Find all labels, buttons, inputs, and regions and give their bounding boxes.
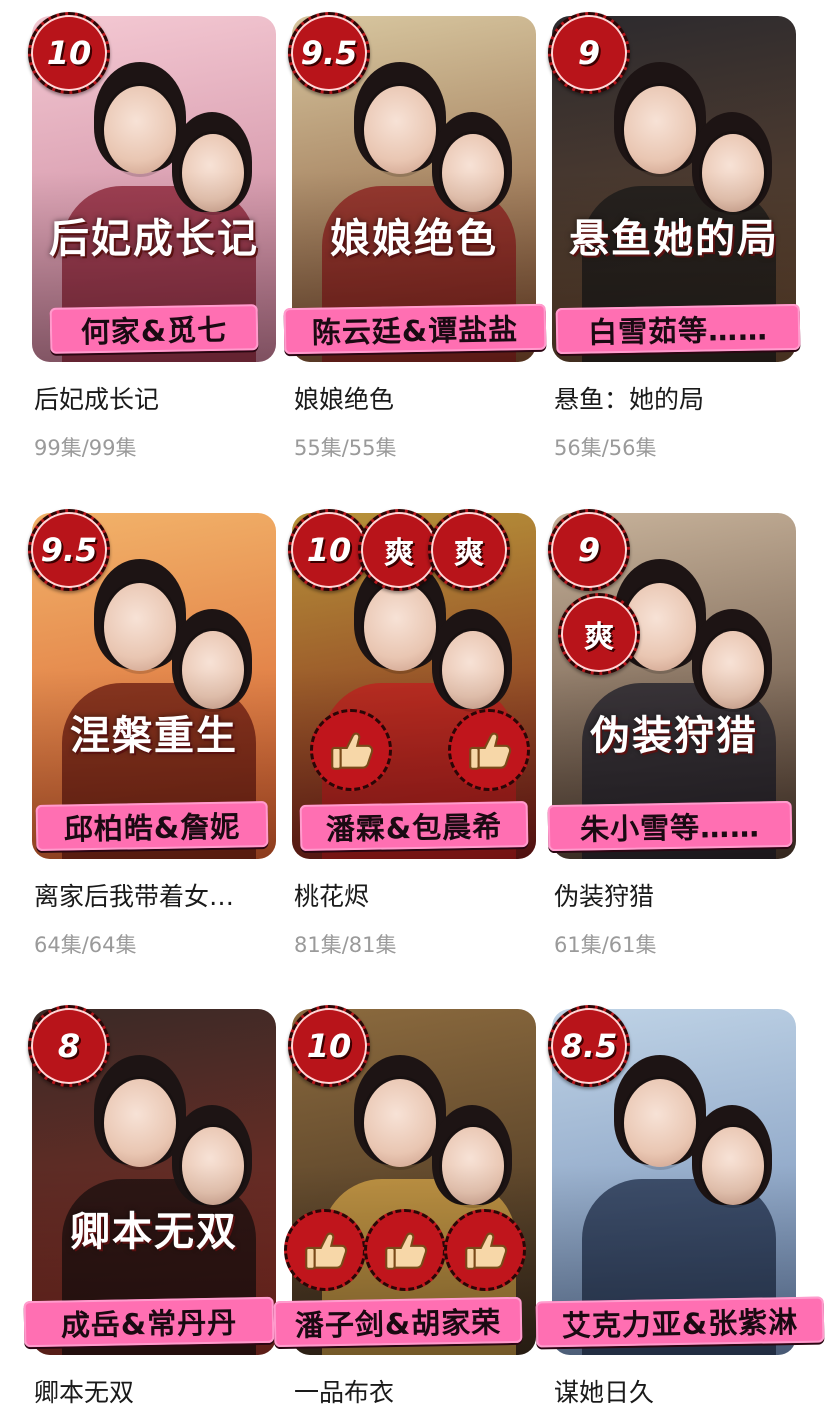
rating-badge: 9 xyxy=(548,509,630,591)
thumbs-up-icon xyxy=(444,1209,526,1291)
cast-label: 潘子剑&胡家荣 xyxy=(273,1296,523,1348)
drama-title[interactable]: 一品布衣 xyxy=(294,1373,534,1409)
episode-count: 61集/61集 xyxy=(554,933,657,957)
episode-count: 56集/56集 xyxy=(554,436,657,460)
rating-badge: 8 xyxy=(28,1005,110,1087)
cast-label: 白雪茹等…… xyxy=(555,303,801,355)
drama-title[interactable]: 娘娘绝色 xyxy=(294,380,534,416)
thumbs-up-icon xyxy=(284,1209,366,1291)
drama-title[interactable]: 桃花烬 xyxy=(294,877,534,913)
rating-badge: 10 xyxy=(28,12,110,94)
poster-title: 卿本无双 xyxy=(70,1208,238,1255)
thumbs-up-icon xyxy=(448,709,530,791)
cast-label: 成岳&常丹丹 xyxy=(23,1296,275,1348)
episode-count: 99集/99集 xyxy=(34,436,137,460)
cast-label: 陈云廷&谭盐盐 xyxy=(283,303,547,355)
drama-title[interactable]: 谋她日久 xyxy=(554,1373,794,1409)
cast-label: 邱柏皓&詹妮 xyxy=(35,800,269,852)
drama-title[interactable]: 离家后我带着女… xyxy=(34,877,274,913)
rating-badge: 10 xyxy=(288,1005,370,1087)
drama-title[interactable]: 悬鱼：她的局 xyxy=(554,380,794,416)
shuang-badge: 爽 xyxy=(558,593,640,675)
poster-title: 伪装狩猎 xyxy=(590,712,758,759)
cast-label: 艾克力亚&张紫淋 xyxy=(535,1296,825,1348)
cast-label: 何家&觅七 xyxy=(49,304,259,354)
episode-count: 64集/64集 xyxy=(34,933,137,957)
rating-badge: 9.5 xyxy=(288,12,370,94)
cast-label: 朱小雪等…… xyxy=(547,800,793,852)
poster-title: 娘娘绝色 xyxy=(330,215,498,262)
poster-title: 涅槃重生 xyxy=(70,712,238,759)
cast-label: 潘霖&包晨希 xyxy=(299,801,529,851)
rating-badge: 9 xyxy=(548,12,630,94)
episode-count: 81集/81集 xyxy=(294,933,397,957)
drama-title[interactable]: 伪装狩猎 xyxy=(554,877,794,913)
drama-title[interactable]: 后妃成长记 xyxy=(34,380,274,416)
rating-badge: 9.5 xyxy=(28,509,110,591)
drama-grid: 后妃成长记 10 何家&觅七 后妃成长记 99集/99集 娘娘绝色 9.5 陈云廷&谭盐盐 娘娘… xyxy=(0,0,828,1421)
thumbs-up-icon xyxy=(364,1209,446,1291)
shuang-badge: 爽 xyxy=(428,509,510,591)
thumbs-up-icon xyxy=(310,709,392,791)
drama-title[interactable]: 卿本无双 xyxy=(34,1373,274,1409)
poster-title: 悬鱼她的局 xyxy=(569,215,779,262)
poster-title: 后妃成长记 xyxy=(49,215,259,262)
episode-count: 55集/55集 xyxy=(294,436,397,460)
rating-badge: 8.5 xyxy=(548,1005,630,1087)
